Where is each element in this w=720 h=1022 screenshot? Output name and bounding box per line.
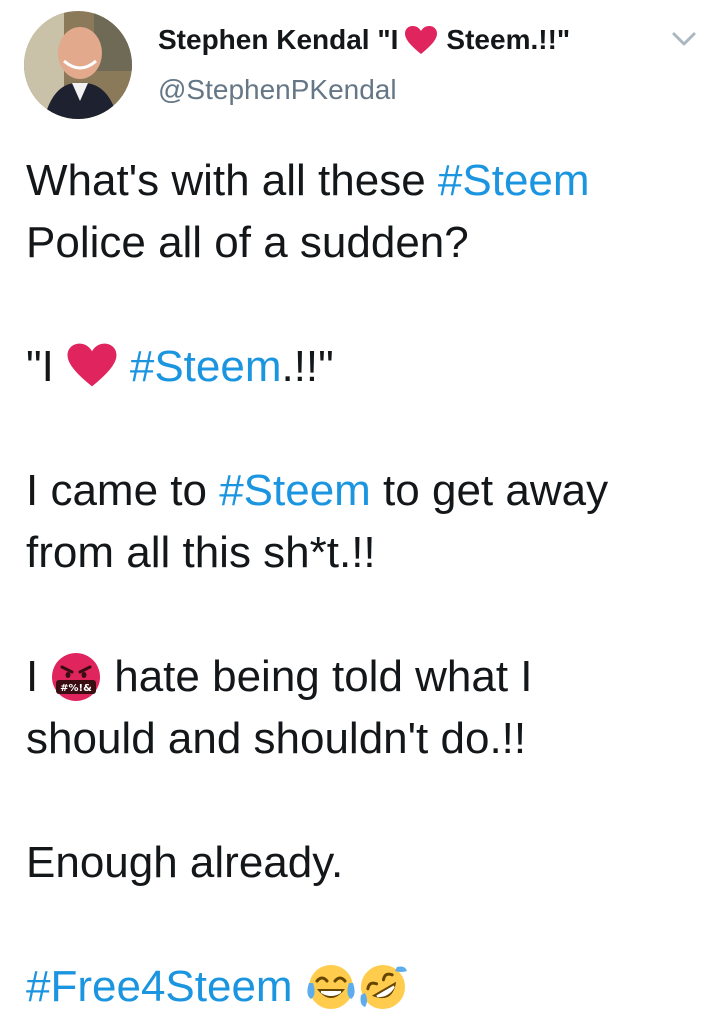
tweet-text-segment: should and shouldn't do.!!	[26, 714, 527, 763]
tweet-text: What's with all these #Steem Police all …	[26, 150, 706, 1018]
tweet-text-segment: to get away	[370, 466, 609, 515]
tweet-header: Stephen Kendal "I Steem.!!" @StephenPKen…	[0, 0, 720, 130]
hashtag-link[interactable]: #Free4Steem	[26, 956, 293, 1018]
red-heart-icon	[404, 25, 438, 55]
tears-of-joy-face-icon	[305, 961, 357, 1013]
avatar[interactable]	[24, 11, 132, 119]
angry-emoji-label: #%!&	[60, 683, 92, 694]
tweet-line: What's with all these #Steem	[26, 150, 706, 212]
tweet-text-segment: .!!"	[281, 342, 334, 391]
tweet-text-segment: I	[26, 652, 39, 701]
display-name-part1: Stephen Kendal "I	[158, 24, 399, 55]
tweet-text-segment: hate being told what I	[114, 652, 533, 701]
tweet-line: Police all of a sudden?	[26, 212, 706, 274]
tweet-line: #Free4Steem	[26, 956, 706, 1018]
tweet-line: I #%!& hate being told what I	[26, 646, 706, 708]
tweet-line: I came to #Steem to get away	[26, 460, 706, 522]
user-handle[interactable]: @StephenPKendal	[158, 74, 397, 106]
tweet-line: from all this sh*t.!!	[26, 522, 706, 584]
tweet-line: should and shouldn't do.!!	[26, 708, 706, 770]
angry-cursing-face-icon: #%!&	[50, 651, 102, 703]
tweet-text-segment: "I	[26, 342, 54, 391]
tweet-line: Enough already.	[26, 832, 706, 894]
red-heart-icon	[66, 341, 118, 393]
display-name[interactable]: Stephen Kendal "I Steem.!!"	[158, 24, 570, 56]
hashtag-link[interactable]: #Steem	[130, 336, 282, 398]
tweet-text-segment: What's with all these	[26, 156, 438, 205]
tweet-text-segment: Police all of a sudden?	[26, 218, 469, 267]
tweet-text-segment: Enough already.	[26, 838, 344, 887]
chevron-down-icon[interactable]	[670, 28, 698, 50]
tweet-line: "I #Steem .!!"	[26, 336, 706, 398]
tweet-text-segment: from all this sh*t.!!	[26, 528, 376, 577]
rolling-laughing-face-icon	[357, 961, 409, 1013]
tweet-text-segment: I came to	[26, 466, 220, 515]
hashtag-link[interactable]: #Steem	[219, 460, 371, 522]
display-name-part2: Steem.!!"	[446, 24, 571, 55]
hashtag-link[interactable]: #Steem	[438, 150, 590, 212]
